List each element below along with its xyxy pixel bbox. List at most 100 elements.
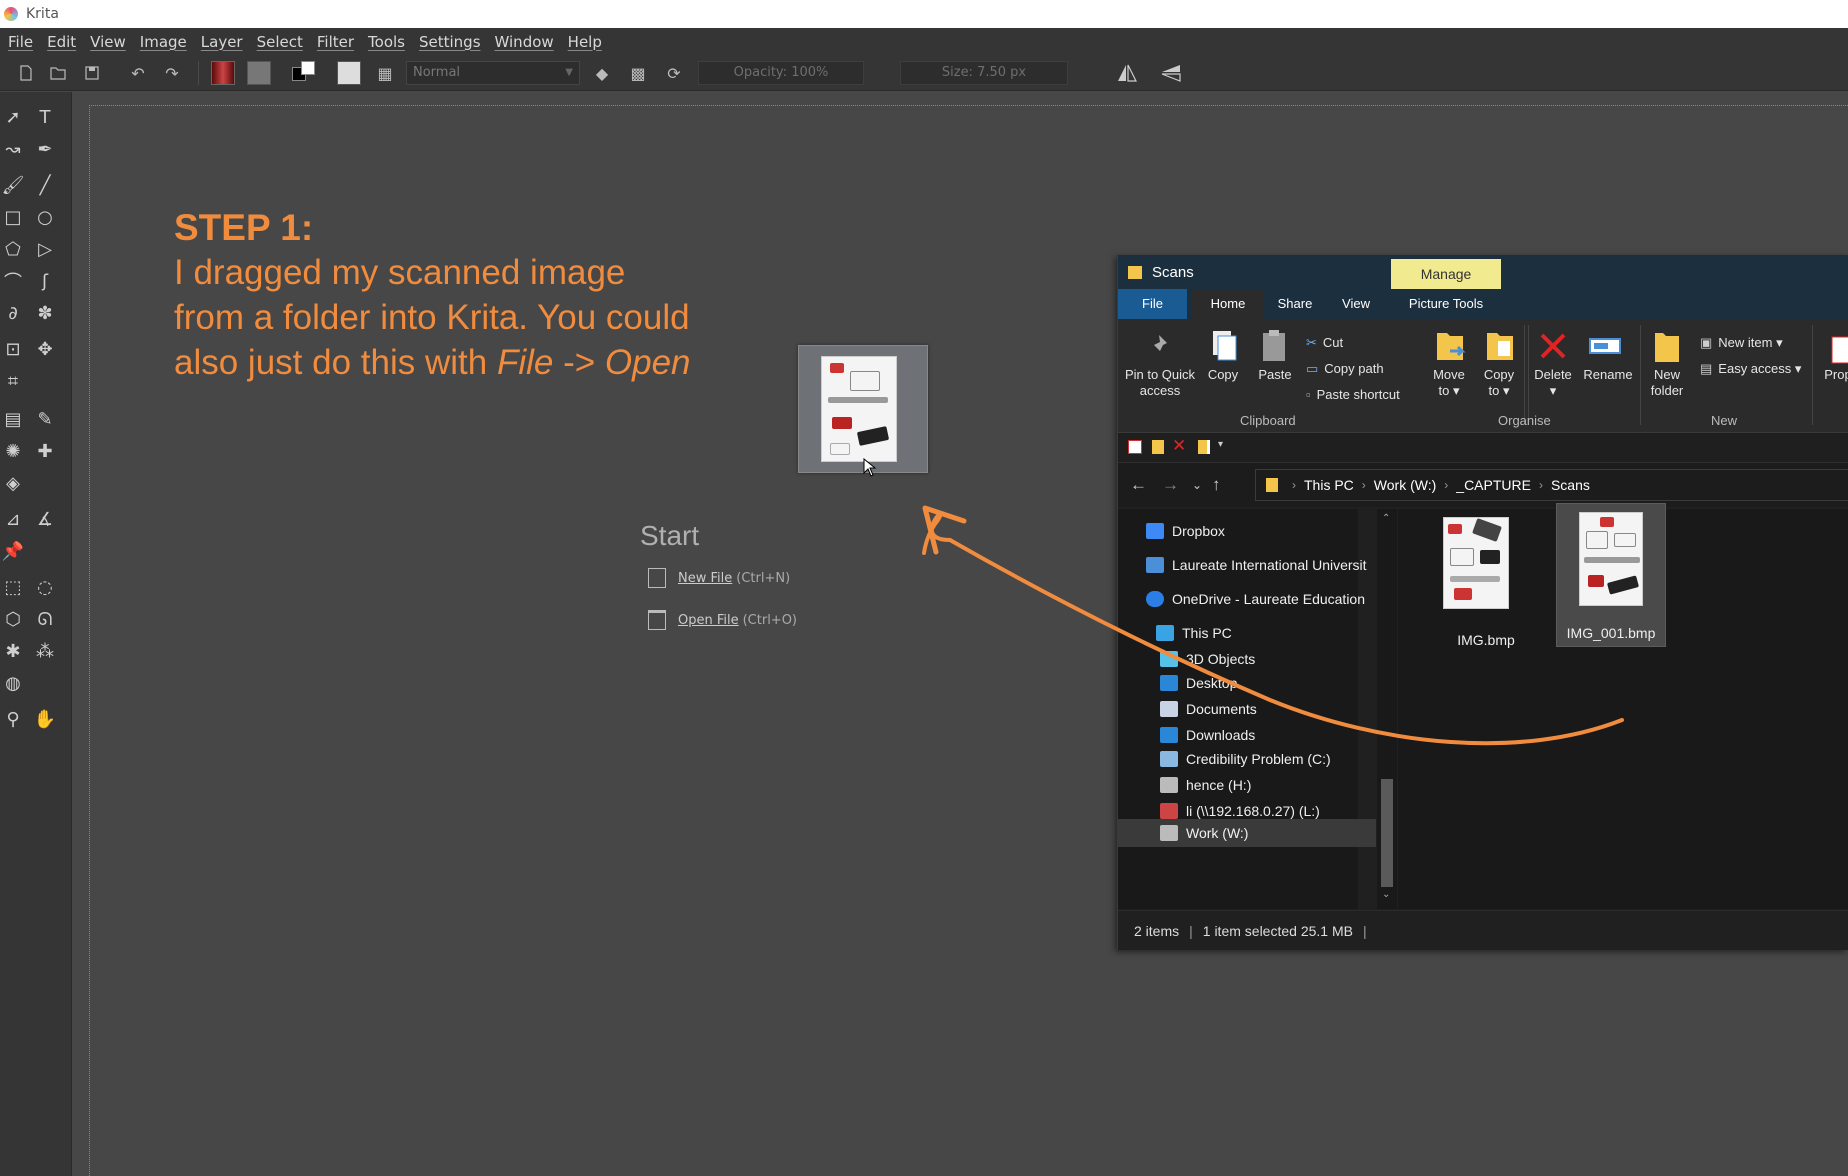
- edit-shapes-tool-icon[interactable]: ↝: [0, 136, 26, 162]
- fill-tool-icon[interactable]: ◈: [0, 470, 26, 496]
- delete-button[interactable]: Delete ▾: [1530, 367, 1576, 399]
- menu-view[interactable]: View: [90, 33, 126, 51]
- measure-tool-icon[interactable]: ∡: [32, 506, 58, 532]
- tree-item-this-pc[interactable]: This PC: [1156, 625, 1232, 641]
- crumb-capture[interactable]: _CAPTURE: [1456, 477, 1531, 493]
- copy-button[interactable]: Copy: [1200, 367, 1246, 383]
- cut-button[interactable]: ✂ Cut: [1306, 335, 1343, 351]
- pan-tool-icon[interactable]: ✋: [32, 706, 58, 732]
- new-folder-qat-icon[interactable]: [1152, 440, 1164, 454]
- tree-item-dropbox[interactable]: Dropbox: [1146, 523, 1225, 539]
- forward-arrow-icon[interactable]: →: [1162, 475, 1179, 495]
- color-picker-tool-icon[interactable]: ✎: [32, 406, 58, 432]
- tree-item-drive-l[interactable]: li (\\192.168.0.27) (L:): [1160, 803, 1320, 819]
- tab-share[interactable]: Share: [1264, 289, 1326, 319]
- crumb-scans[interactable]: Scans: [1551, 477, 1590, 493]
- menu-window[interactable]: Window: [495, 33, 554, 51]
- address-bar[interactable]: › This PC › Work (W:) › _CAPTURE › Scans: [1255, 469, 1848, 501]
- multibrush-tool-icon[interactable]: ✽: [32, 300, 58, 326]
- freehand-path-tool-icon[interactable]: ʃ: [32, 268, 58, 294]
- pin-quick-access-button[interactable]: Pin to Quick access: [1122, 367, 1198, 399]
- crop-tool-icon[interactable]: ⌗: [0, 368, 26, 394]
- menu-layer[interactable]: Layer: [201, 33, 243, 51]
- tab-picture-tools[interactable]: Picture Tools: [1391, 289, 1501, 319]
- new-file-label[interactable]: New File: [678, 571, 732, 586]
- menu-file[interactable]: File: [8, 33, 33, 51]
- tab-view[interactable]: View: [1326, 289, 1386, 319]
- line-tool-icon[interactable]: ╱: [32, 172, 58, 198]
- tree-item-drive-w[interactable]: Work (W:): [1118, 819, 1376, 847]
- navigation-scrollbar[interactable]: ⌃ ⌄: [1377, 509, 1397, 909]
- polygon-tool-icon[interactable]: ⬠: [0, 236, 26, 262]
- freehand-select-tool-icon[interactable]: ᘏ: [32, 606, 58, 632]
- bezier-tool-icon[interactable]: ⌒: [0, 268, 26, 294]
- crumb-this-pc[interactable]: This PC: [1304, 477, 1354, 493]
- redo-icon[interactable]: ↷: [160, 61, 184, 85]
- tree-item-3d-objects[interactable]: 3D Objects: [1160, 651, 1255, 667]
- menu-edit[interactable]: Edit: [47, 33, 76, 51]
- size-slider[interactable]: Size: 7.50 px: [900, 61, 1068, 85]
- manage-tab[interactable]: Manage: [1391, 259, 1501, 289]
- gradient-tool-icon[interactable]: ▤: [0, 406, 26, 432]
- open-file-label[interactable]: Open File: [678, 613, 739, 628]
- copy-path-button[interactable]: ▭ Copy path: [1306, 361, 1384, 377]
- recent-locations-icon[interactable]: ⌄: [1192, 478, 1202, 492]
- tree-item-onedrive[interactable]: OneDrive - Laureate Education: [1146, 591, 1365, 607]
- calligraphy-tool-icon[interactable]: ✒: [32, 136, 58, 162]
- eraser-icon[interactable]: ◆: [590, 61, 614, 85]
- preserve-alpha-icon[interactable]: ▩: [626, 61, 650, 85]
- properties-button[interactable]: Prop: [1818, 367, 1848, 383]
- tree-item-documents[interactable]: Documents: [1160, 701, 1257, 717]
- file-tile-img[interactable]: IMG.bmp: [1432, 515, 1540, 657]
- smart-patch-tool-icon[interactable]: ✚: [32, 438, 58, 464]
- pattern-preset-icon[interactable]: [246, 61, 272, 85]
- bezier-select-tool-icon[interactable]: ◍: [0, 670, 26, 696]
- tree-item-drive-h[interactable]: hence (H:): [1160, 777, 1251, 793]
- mirror-vertical-icon[interactable]: [1158, 61, 1184, 85]
- similar-select-tool-icon[interactable]: ⁂: [32, 638, 58, 664]
- menu-select[interactable]: Select: [257, 33, 303, 51]
- open-file-link[interactable]: Open File (Ctrl+O): [648, 610, 797, 630]
- freehand-brush-tool-icon[interactable]: 🖌: [0, 172, 26, 198]
- delete-qat-icon[interactable]: ✕: [1172, 436, 1186, 456]
- ellipse-tool-icon[interactable]: ○: [32, 204, 58, 230]
- back-arrow-icon[interactable]: ←: [1130, 475, 1147, 495]
- menu-settings[interactable]: Settings: [419, 33, 481, 51]
- undo-icon[interactable]: ↶: [126, 61, 150, 85]
- rename-button[interactable]: Rename: [1580, 367, 1636, 383]
- fg-bg-color-icon[interactable]: [290, 61, 318, 85]
- new-item-button[interactable]: ▣ New item ▾: [1700, 335, 1783, 351]
- tree-item-laureate[interactable]: Laureate International Universit: [1146, 557, 1367, 573]
- scrollbar-thumb[interactable]: [1381, 779, 1393, 887]
- reload-preset-icon[interactable]: ⟳: [662, 61, 686, 85]
- select-shapes-tool-icon[interactable]: ➚: [0, 104, 26, 130]
- menu-image[interactable]: Image: [140, 33, 187, 51]
- rename-qat-icon[interactable]: [1198, 440, 1210, 454]
- crumb-work[interactable]: Work (W:): [1374, 477, 1436, 493]
- transform-tool-icon[interactable]: ⊡: [0, 336, 26, 362]
- tree-item-desktop[interactable]: Desktop: [1160, 675, 1237, 691]
- file-tile-img-001[interactable]: IMG_001.bmp: [1556, 503, 1666, 647]
- assistant-tool-icon[interactable]: ⊿: [0, 506, 26, 532]
- polygon-select-tool-icon[interactable]: ⬡: [0, 606, 26, 632]
- menu-tools[interactable]: Tools: [368, 33, 405, 51]
- ellipse-select-tool-icon[interactable]: ◌: [32, 574, 58, 600]
- open-document-icon[interactable]: [46, 61, 70, 85]
- paste-button[interactable]: Paste: [1252, 367, 1298, 383]
- paste-shortcut-button[interactable]: ▫ Paste shortcut: [1306, 387, 1400, 403]
- easy-access-button[interactable]: ▤ Easy access ▾: [1700, 361, 1801, 377]
- copy-to-button[interactable]: Copy to ▾: [1476, 367, 1522, 399]
- tree-item-drive-c[interactable]: Credibility Problem (C:): [1160, 751, 1331, 767]
- polyline-tool-icon[interactable]: ▷: [32, 236, 58, 262]
- menu-help[interactable]: Help: [568, 33, 602, 51]
- tree-item-downloads[interactable]: Downloads: [1160, 727, 1255, 743]
- brush-preset-icon[interactable]: [336, 61, 362, 85]
- dynamic-brush-tool-icon[interactable]: ∂: [0, 300, 26, 326]
- move-to-button[interactable]: Move to ▾: [1426, 367, 1472, 399]
- tab-home[interactable]: Home: [1192, 289, 1264, 319]
- rect-select-tool-icon[interactable]: ⬚: [0, 574, 26, 600]
- mirror-horizontal-icon[interactable]: [1114, 61, 1140, 85]
- menu-filter[interactable]: Filter: [317, 33, 354, 51]
- rectangle-tool-icon[interactable]: □: [0, 204, 26, 230]
- gradient-preset-icon[interactable]: [210, 61, 236, 85]
